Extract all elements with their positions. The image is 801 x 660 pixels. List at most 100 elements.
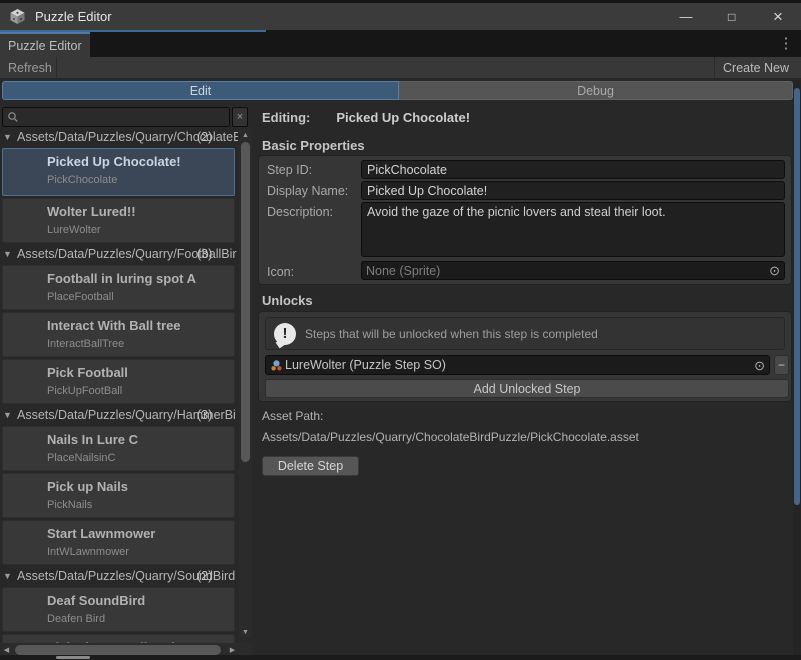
step-item-picknails[interactable]: Pick up Nails PickNails [2,473,235,518]
scroll-down-arrow[interactable]: ▼ [239,626,252,638]
title-bar[interactable]: Puzzle Editor — □ × [0,3,801,30]
step-id: PlaceNailsinC [47,452,230,464]
editing-value: Picked Up Chocolate! [336,110,470,125]
maximize-icon: □ [728,10,736,24]
object-picker-icon[interactable]: ⊙ [769,264,780,277]
step-id-label: Step ID: [267,163,312,177]
tab-label: Puzzle Editor [8,39,82,53]
list-horizontal-scrollbar-thumb[interactable] [15,645,221,655]
puzzle-step-list: ▼ Assets/Data/Puzzles/Quarry/ChocolateB … [0,128,238,643]
info-glyph: ! [283,325,288,342]
foldout-icon[interactable]: ▼ [3,571,17,581]
maximize-button[interactable]: □ [709,3,755,30]
background-bottom-strip [0,655,801,660]
step-id: InteractBallTree [47,338,230,350]
tab-debug-label: Debug [577,84,614,98]
add-unlocked-step-label: Add Unlocked Step [473,382,580,396]
search-input[interactable] [2,107,230,127]
background-window-sliver [56,656,90,659]
tab-puzzle-editor[interactable]: Puzzle Editor [0,32,90,57]
delete-step-button[interactable]: Delete Step [262,456,359,476]
scriptable-object-icon [270,359,283,372]
list-vertical-scrollbar-thumb[interactable] [241,142,250,462]
step-id: PickUpFootBall [47,385,230,397]
unlock-step-object-field[interactable]: LureWolter (Puzzle Step SO) ⊙ [265,355,770,375]
tab-debug[interactable]: Debug [399,81,793,100]
add-unlocked-step-button[interactable]: Add Unlocked Step [265,379,789,398]
puzzle-editor-window: Puzzle Editor — □ × Puzzle Editor ⋮ Refr… [0,0,801,660]
display-name-label: Display Name: [267,184,348,198]
tab-menu-icon[interactable]: ⋮ [778,33,794,53]
step-item-pickchocolate[interactable]: Picked Up Chocolate! PickChocolate [2,148,235,196]
step-id: IntWLawnmower [47,546,230,558]
refresh-label: Refresh [8,61,52,75]
unlocks-box: ! Steps that will be unlocked when this … [258,311,792,402]
asset-path-label: Asset Path: [262,409,323,423]
group-count: (3) [197,408,212,422]
unlocks-title: Unlocks [262,293,313,308]
step-title: Start Lawnmower [47,526,230,541]
step-title: Wolter Lured!! [47,204,230,219]
step-title: Picked Up Chocolate! [47,154,230,169]
list-vertical-scrollbar[interactable]: ▲ [239,129,252,638]
close-button[interactable]: × [755,3,801,30]
app-cube-icon [9,8,26,25]
window-title: Puzzle Editor [35,9,112,24]
window-vertical-scrollbar[interactable] [793,80,801,655]
unlocks-helpbox: ! Steps that will be unlocked when this … [265,317,785,350]
group-count: (2) [197,130,212,144]
step-title: Pick Football [47,365,230,380]
remove-unlock-button[interactable]: − [774,355,789,375]
create-new-label: Create New [723,61,789,75]
step-id: LureWolter [47,224,230,236]
description-field[interactable]: Avoid the gaze of the picnic lovers and … [361,202,785,257]
tab-edit[interactable]: Edit [2,81,399,100]
editing-header: Editing: Picked Up Chocolate! [262,110,470,125]
window-vertical-scrollbar-thumb[interactable] [794,88,800,505]
step-item-deafsoundbird[interactable]: Deaf SoundBird Deafen Bird [2,587,235,632]
group-header-soundbird[interactable]: ▼ Assets/Data/Puzzles/Quarry/SoundBird (… [0,567,238,585]
foldout-icon[interactable]: ▼ [3,249,17,259]
foldout-icon[interactable]: ▼ [3,132,17,142]
step-title: Football in luring spot A [47,271,230,286]
search-clear-button[interactable]: × [232,107,248,127]
search-icon [7,110,19,124]
editing-label: Editing: [262,110,310,125]
step-item-placefootball[interactable]: Football in luring spot A PlaceFootball [2,265,235,310]
group-header-chocolate[interactable]: ▼ Assets/Data/Puzzles/Quarry/ChocolateB … [0,128,238,146]
tab-bar [0,30,801,57]
step-item-pickedupheadband[interactable]: Picked up Headband! [2,634,235,643]
tab-edit-label: Edit [190,84,212,98]
asset-path-value: Assets/Data/Puzzles/Quarry/ChocolateBird… [262,430,639,444]
unlocks-help-text: Steps that will be unlocked when this st… [305,327,598,341]
icon-object-field[interactable]: None (Sprite) ⊙ [361,261,785,280]
step-item-placenailsinc[interactable]: Nails In Lure C PlaceNailsinC [2,426,235,471]
display-name-field[interactable] [361,181,785,200]
minimize-button[interactable]: — [663,3,709,30]
icon-object-value: None (Sprite) [366,264,440,278]
foldout-icon[interactable]: ▼ [3,410,17,420]
group-count: (2) [197,569,212,583]
step-title: Pick up Nails [47,479,230,494]
info-icon: ! [274,323,296,345]
step-id-field[interactable] [361,160,785,179]
unlock-step-value: LureWolter (Puzzle Step SO) [285,358,446,372]
group-header-football[interactable]: ▼ Assets/Data/Puzzles/Quarry/FootballBir… [0,245,238,263]
step-item-interactballtree[interactable]: Interact With Ball tree InteractBallTree [2,312,235,357]
step-id: PickChocolate [47,174,230,186]
group-count: (3) [197,247,212,261]
create-new-button[interactable]: Create New [714,57,795,79]
step-title: Deaf SoundBird [47,593,230,608]
delete-step-label: Delete Step [278,459,343,473]
step-id: Deafen Bird [47,613,230,625]
step-title: Interact With Ball tree [47,318,230,333]
step-item-pickupfootball[interactable]: Pick Football PickUpFootBall [2,359,235,404]
group-header-hammer[interactable]: ▼ Assets/Data/Puzzles/Quarry/HammerBi (3… [0,406,238,424]
refresh-button[interactable]: Refresh [0,57,57,79]
step-id: PickNails [47,499,230,511]
basic-properties-box: Step ID: Display Name: Description: Avoi… [258,155,792,285]
scroll-up-arrow[interactable]: ▲ [239,129,252,141]
object-picker-icon[interactable]: ⊙ [754,359,765,372]
step-item-lurewolter[interactable]: Wolter Lured!! LureWolter [2,198,235,243]
step-item-intwlawnmower[interactable]: Start Lawnmower IntWLawnmower [2,520,235,565]
